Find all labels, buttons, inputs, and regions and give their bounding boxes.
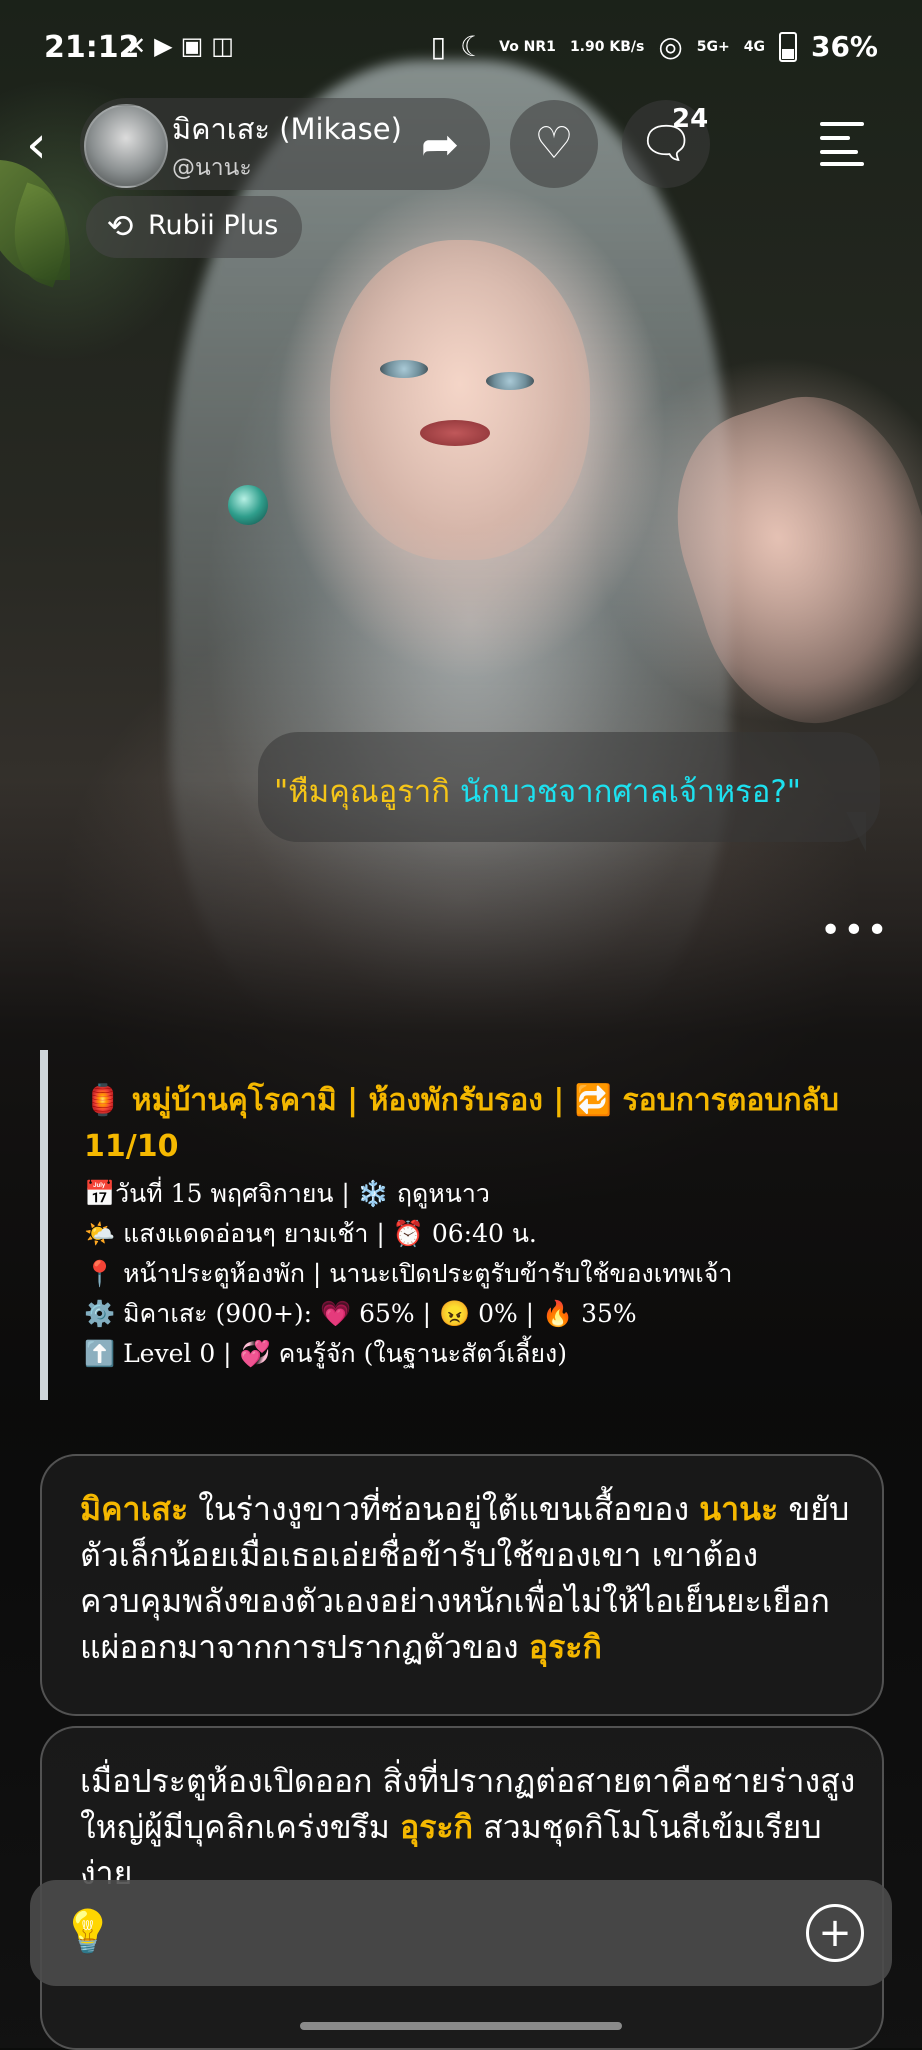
speech-bubble: "หืมคุณอูรากิ นักบวชจากศาลเจ้าหรอ?" [258, 732, 880, 842]
network-label: Vo NR1 [499, 38, 556, 55]
earring [228, 485, 268, 525]
name-highlight: อุระกิ [400, 1808, 473, 1846]
status-date: 📅วันที่ 15 พฤศจิกายน | ❄️ ฤดูหนาว [84, 1179, 490, 1208]
status-stats: ⚙️ มิคาเสะ (900+): 💗 65% | 😠 0% | 🔥 35% [84, 1299, 637, 1328]
story-status-block: 🏮 หมู่บ้านคุโรคามิ | ห้องพักรับรอง | 🔁 ร… [40, 1050, 878, 1400]
message-input-bar[interactable]: 💡 + [30, 1880, 892, 1986]
narration-text: มิคาเสะ ในร่างงูขาวที่ซ่อนอยู่ใต้แขนเสื้… [80, 1486, 860, 1670]
status-location: 📍 หน้าประตูห้องพัก | นานะเปิดประตูรับข้า… [84, 1259, 733, 1288]
status-title: 🏮 หมู่บ้านคุโรคามิ | ห้องพักรับรอง | 🔁 ร… [84, 1083, 839, 1164]
lightbulb-icon[interactable]: 💡 [60, 1904, 116, 1960]
creator-handle[interactable]: @นานะ [172, 150, 252, 186]
narration-segment: ในร่างงูขาวที่ซ่อนอยู่ใต้แขนเสื้อของ [188, 1490, 700, 1528]
rubii-plus-label: Rubii Plus [148, 210, 279, 241]
character-name: มิคาเสะ (Mikase) [172, 112, 402, 146]
notification-icons: ✕▶▣◫ [126, 32, 242, 60]
heart-icon: ♡ [534, 118, 574, 169]
list-menu-icon[interactable] [820, 122, 870, 166]
name-highlight: นานะ [699, 1490, 779, 1528]
rubii-refresh-icon: ⟲ [106, 207, 134, 245]
moon-icon: ☾ [460, 30, 486, 63]
narration-text: เมื่อประตูห้องเปิดออก สิ่งที่ปรากฏต่อสาย… [80, 1758, 860, 1896]
hotspot-icon: ◎ [658, 30, 683, 63]
name-highlight: มิคาเสะ [80, 1490, 189, 1528]
bubble-text: "หืมคุณอูรากิ นักบวชจากศาลเจ้าหรอ?" [274, 766, 801, 816]
share-arrow-icon[interactable]: ➦ [408, 112, 472, 176]
right-eye [486, 372, 534, 390]
vibrate-icon: ▯ [430, 30, 447, 63]
left-eye [380, 360, 428, 378]
like-button[interactable]: ♡ [510, 100, 598, 188]
lips [420, 420, 490, 446]
status-time: 🌤️ แสงแดดอ่อนๆ ยามเช้า | ⏰ 06:40 น. [84, 1219, 537, 1248]
system-indicators: ▯ ☾ Vo NR1 1.90 KB/s ◎ 5G+ 4G 36% [431, 30, 878, 63]
battery-percent: 36% [810, 30, 878, 63]
speed-label: 1.90 KB/s [569, 38, 645, 55]
more-options-button[interactable]: ••• [820, 910, 890, 951]
signal-5g: 5G+ [696, 38, 730, 55]
character-face [330, 240, 590, 560]
narration-card: มิคาเสะ ในร่างงูขาวที่ซ่อนอยู่ใต้แขนเสื้… [40, 1454, 884, 1716]
avatar[interactable] [84, 104, 168, 188]
signal-4g: 4G [743, 38, 765, 55]
bubble-tail [846, 812, 866, 852]
battery-icon [778, 31, 797, 62]
back-chevron-icon[interactable]: ‹ [26, 119, 66, 171]
plus-circle-icon[interactable]: + [806, 1904, 864, 1962]
bubble-text-part2: นักบวชจากศาลเจ้าหรอ?" [459, 774, 802, 810]
comment-count: 24 [672, 104, 709, 134]
character-pill[interactable]: มิคาเสะ (Mikase) @นานะ ➦ [80, 98, 490, 190]
status-bar: 21:12 ✕▶▣◫ ▯ ☾ Vo NR1 1.90 KB/s ◎ 5G+ 4G… [0, 0, 922, 96]
status-level: ⬆️ Level 0 | 💞 คนรู้จัก (ในฐานะสัตว์เลี้… [84, 1339, 568, 1368]
bubble-text-part1: "หืมคุณอูรากิ [274, 774, 460, 810]
rubii-plus-button[interactable]: ⟲ Rubii Plus [86, 196, 302, 258]
name-highlight: อุระกิ [528, 1628, 602, 1666]
home-indicator[interactable] [300, 2022, 622, 2030]
